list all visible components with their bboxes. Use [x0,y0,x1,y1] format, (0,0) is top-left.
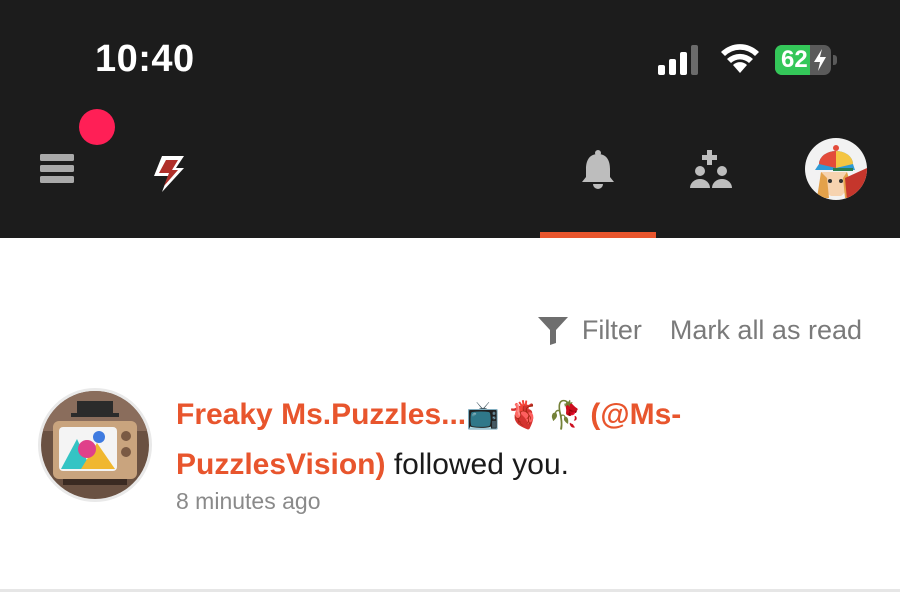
active-tab-indicator [540,232,656,238]
wifi-icon [721,44,759,73]
filter-funnel-icon [537,316,568,345]
notification-toolbar: Filter Mark all as read [537,315,862,346]
user-avatar[interactable] [805,138,867,200]
filter-button[interactable]: Filter [537,315,642,346]
hamburger-menu-icon[interactable] [40,154,74,184]
status-bar: 10:40 62 [0,0,900,108]
notification-badge-dot [79,109,115,145]
notification-timestamp: 8 minutes ago [176,488,321,514]
add-people-icon[interactable] [690,148,736,188]
top-nav-bar [0,108,900,238]
bell-icon[interactable] [580,150,616,190]
follower-name-emojis: 📺 🫀 🥀 [466,400,582,430]
follower-display-name: Freaky Ms.Puzzles... [176,398,467,431]
cellular-signal-icon [658,45,698,75]
status-clock: 10:40 [95,38,195,80]
notification-action: followed you. [385,448,569,481]
mark-all-read-button[interactable]: Mark all as read [670,315,862,346]
filter-label: Filter [581,315,642,345]
lightning-bolt-icon [814,49,826,71]
lightning-logo-icon[interactable] [148,154,188,194]
battery-cap [833,55,837,65]
battery-indicator: 62 [775,45,831,75]
notification-text: Freaky Ms.Puzzles...📺 🫀 🥀 (@Ms-PuzzlesVi… [176,390,866,489]
follower-avatar[interactable] [38,388,152,502]
